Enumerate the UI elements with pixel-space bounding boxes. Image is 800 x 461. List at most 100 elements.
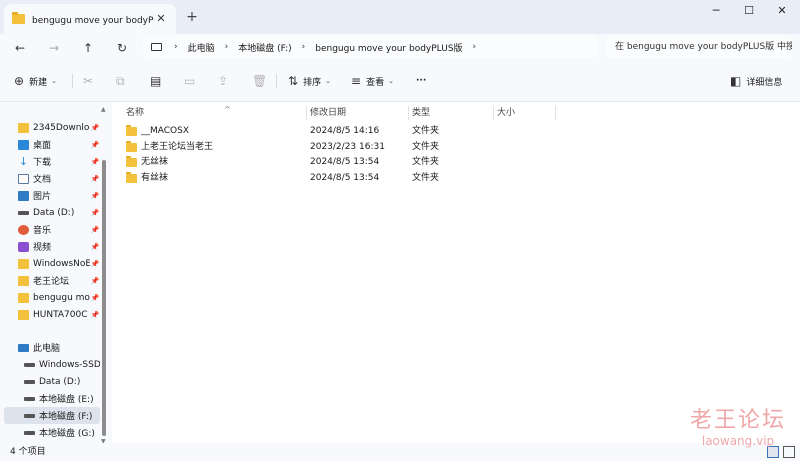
sidebar-item-drive[interactable]: 本地磁盘 (E:)	[4, 390, 100, 407]
sidebar-item-quick-access[interactable]: Data (D:) 📌	[4, 204, 100, 221]
chevron-down-icon: ⌄	[388, 77, 394, 85]
sidebar-item-quick-access[interactable]: 图片 📌	[4, 187, 100, 204]
delete-button[interactable]: 🗑	[252, 72, 272, 90]
sidebar-item-label: 文档	[33, 175, 52, 185]
tab-current-folder[interactable]: bengugu move your bodyPLUS版 ✕	[4, 4, 176, 34]
sidebar-item-quick-access[interactable]: HUNTA700C 📌	[4, 306, 100, 323]
forward-button[interactable]: →	[44, 38, 64, 58]
sidebar-item-label: 图片	[33, 192, 52, 202]
address-bar[interactable]: › 此电脑 › 本地磁盘 (F:) › bengugu move your bo…	[143, 36, 598, 58]
sidebar-item-quick-access[interactable]: 文档 📌	[4, 170, 100, 187]
pin-icon: 📌	[90, 174, 100, 183]
breadcrumb-separator: ›	[301, 42, 306, 52]
file-row[interactable]: 上老王论坛当老王 2023/2/23 16:31 文件夹	[120, 140, 450, 155]
navigation-pane: 2345Downloads📌桌面📌↓下载📌文档📌图片📌Data (D:)📌音乐📌…	[0, 102, 112, 443]
watermark-url: laowang.vip	[701, 434, 775, 448]
view-lines-icon: ≡	[351, 74, 362, 88]
sidebar-item-quick-access[interactable]: ↓ 下载 📌	[4, 153, 100, 170]
scroll-up-arrow[interactable]: ▲	[101, 106, 106, 113]
column-header-date[interactable]: 修改日期	[310, 104, 346, 122]
new-tab-button[interactable]: +	[184, 9, 200, 25]
file-list: 名称 ^ 修改日期 类型 大小 __MACOSX 2024/8/5 14:16 文件…	[112, 102, 800, 443]
sidebar-item-this-pc[interactable]: 此电脑	[4, 339, 100, 356]
tiles-view-button[interactable]	[783, 446, 795, 458]
breadcrumb-this-pc[interactable]: 此电脑	[188, 41, 215, 54]
refresh-button[interactable]: ↻	[112, 38, 132, 58]
new-button[interactable]: ⊕ 新建 ⌄	[14, 72, 57, 90]
breadcrumb-current-folder[interactable]: bengugu move your bodyPLUS版	[315, 41, 462, 54]
sidebar-item-label: Windows-SSD (C:)	[39, 359, 100, 370]
more-options-button[interactable]: ···	[416, 72, 426, 90]
file-date: 2024/8/5 13:54	[310, 157, 380, 167]
music-icon	[18, 224, 29, 235]
folder-icon	[12, 12, 25, 24]
chevron-down-icon: ⌄	[51, 77, 57, 85]
up-button[interactable]: ↑	[78, 38, 98, 58]
pin-icon: 📌	[90, 157, 100, 166]
sidebar-item-drive[interactable]: Data (D:)	[4, 373, 100, 390]
sidebar-item-quick-access[interactable]: 老王论坛 📌	[4, 272, 100, 289]
file-name: 上老王论坛当老王	[141, 141, 214, 152]
document-icon	[18, 173, 29, 184]
video-icon	[18, 241, 29, 252]
breadcrumb-separator: ›	[174, 42, 178, 52]
plus-circle-icon: ⊕	[14, 74, 25, 88]
sidebar-item-label: 视频	[33, 243, 52, 253]
file-row[interactable]: 无丝袜 2024/8/5 13:54 文件夹	[120, 155, 450, 170]
sidebar-item-quick-access[interactable]: 视频 📌	[4, 238, 100, 255]
sidebar-item-drive[interactable]: Windows-SSD (C:)	[4, 356, 100, 373]
clipboard-icon: ▤	[150, 74, 162, 88]
sort-button[interactable]: ⇅ 排序 ⌄	[288, 72, 331, 90]
sidebar-item-label: WindowsNoEditor	[33, 258, 90, 269]
details-pane-icon: ◧	[730, 74, 742, 88]
sidebar-item-quick-access[interactable]: bengugu move your body📌	[4, 289, 100, 306]
share-button[interactable]: ⇪	[218, 72, 233, 90]
file-row[interactable]: 有丝袜 2024/8/5 13:54 文件夹	[120, 171, 450, 186]
sidebar-item-quick-access[interactable]: 音乐 📌	[4, 221, 100, 238]
details-pane-button[interactable]: ◧ 详细信息	[730, 72, 782, 90]
chevron-down-icon: ⌄	[325, 77, 331, 85]
file-row[interactable]: __MACOSX 2024/8/5 14:16 文件夹	[120, 124, 450, 139]
sidebar-item-label: 老王论坛	[33, 277, 70, 287]
folder-icon	[126, 156, 137, 167]
breadcrumb-drive-f[interactable]: 本地磁盘 (F:)	[238, 41, 291, 54]
minimize-button[interactable]: ─	[700, 0, 732, 22]
pin-icon: 📌	[90, 225, 100, 234]
column-divider[interactable]	[555, 106, 556, 120]
scissors-icon: ✂	[83, 74, 94, 88]
tab-close-button[interactable]: ✕	[154, 12, 168, 26]
column-divider[interactable]	[408, 106, 409, 120]
sidebar-item-quick-access[interactable]: 2345Downloads📌	[4, 119, 100, 136]
copy-button[interactable]: ⧉	[116, 72, 130, 90]
column-header-size[interactable]: 大小	[497, 104, 515, 122]
file-date: 2023/2/23 16:31	[310, 141, 385, 152]
sidebar-item-drive[interactable]: 本地磁盘 (G:)	[4, 424, 100, 441]
folder-icon	[18, 292, 29, 303]
search-input[interactable]: 在 bengugu move your bodyPLUS版 中搜索	[606, 36, 792, 58]
column-header-name[interactable]: 名称 ^	[126, 104, 231, 122]
monitor-icon	[151, 43, 162, 51]
sidebar-item-label: 音乐	[33, 226, 52, 236]
sidebar-item-label: Data (D:)	[39, 376, 81, 387]
paste-button[interactable]: ▤	[150, 72, 166, 90]
column-header-name-label: 名称	[126, 108, 145, 118]
sidebar-item-quick-access[interactable]: 桌面 📌	[4, 136, 100, 153]
column-header-type[interactable]: 类型	[412, 104, 430, 122]
breadcrumb-separator: ›	[224, 42, 229, 52]
sidebar-item-quick-access[interactable]: WindowsNoEditor📌	[4, 255, 100, 272]
sidebar-scrollbar-thumb[interactable]	[102, 160, 106, 436]
column-divider[interactable]	[306, 106, 307, 120]
back-button[interactable]: ←	[10, 38, 30, 58]
drive-icon	[24, 430, 35, 435]
sidebar-item-drive[interactable]: 本地磁盘 (F:)	[4, 407, 100, 424]
sidebar-item-label: 本地磁盘 (F:)	[39, 412, 93, 422]
drive-icon	[24, 362, 35, 367]
view-button[interactable]: ≡ 查看 ⌄	[351, 72, 394, 90]
new-button-label: 新建	[29, 77, 48, 88]
watermark-text: 老王论坛	[690, 408, 787, 433]
maximize-button[interactable]: ☐	[733, 0, 765, 22]
cut-button[interactable]: ✂	[83, 72, 98, 90]
column-divider[interactable]	[493, 106, 494, 120]
rename-button[interactable]: ▭	[184, 72, 200, 90]
close-window-button[interactable]: ✕	[766, 0, 798, 22]
